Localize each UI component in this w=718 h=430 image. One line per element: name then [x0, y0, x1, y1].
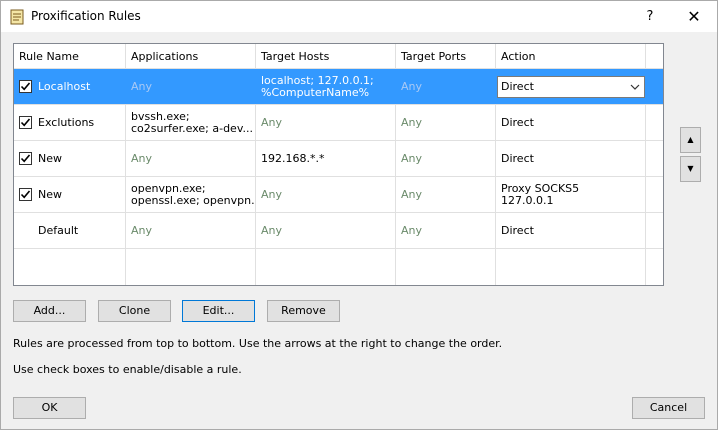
rule-target-hosts: Any	[256, 105, 396, 140]
column-header-target-hosts[interactable]: Target Hosts	[256, 44, 396, 68]
edit-button[interactable]: Edit...	[182, 300, 255, 322]
rule-name: Localhost	[38, 79, 91, 93]
rule-target-hosts: Any	[256, 213, 396, 248]
move-down-button[interactable]: ▼	[680, 156, 701, 182]
table-empty-area	[14, 249, 663, 285]
rule-enabled-checkbox[interactable]	[19, 80, 32, 93]
checkmark-icon	[20, 82, 31, 91]
arrow-down-icon: ▼	[687, 164, 694, 173]
table-row[interactable]: New openvpn.exe; openssl.exe; openvpn...…	[14, 177, 663, 213]
order-note: Rules are processed from top to bottom. …	[13, 337, 503, 350]
checkmark-icon	[20, 154, 31, 163]
proxifier-app-icon	[10, 9, 24, 25]
rule-name: Exclutions	[38, 115, 95, 129]
ok-button[interactable]: OK	[13, 397, 86, 419]
table-row[interactable]: Exclutions bvssh.exe; co2surfer.exe; a-d…	[14, 105, 663, 141]
action-dropdown-value: Direct	[501, 80, 534, 93]
clone-button[interactable]: Clone	[98, 300, 171, 322]
close-icon: ✕	[687, 7, 701, 26]
checkmark-icon	[20, 118, 31, 127]
action-dropdown[interactable]: Direct	[497, 76, 645, 98]
rule-enabled-checkbox[interactable]	[19, 152, 32, 165]
rule-target-ports: Any	[396, 105, 496, 140]
checkmark-icon	[20, 190, 31, 199]
rule-target-ports: Any	[396, 141, 496, 176]
rule-name: New	[38, 151, 62, 165]
rule-applications: openvpn.exe; openssl.exe; openvpn...	[126, 177, 256, 212]
rule-target-hosts: localhost; 127.0.0.1; %ComputerName%	[256, 69, 396, 104]
help-button[interactable]: ?	[637, 5, 663, 29]
rule-target-ports: Any	[396, 213, 496, 248]
window-title: Proxification Rules	[31, 9, 141, 23]
table-row[interactable]: Default Any Any Any Direct	[14, 213, 663, 249]
rule-applications: Any	[126, 213, 256, 248]
rule-target-hosts: Any	[256, 177, 396, 212]
rule-action: Direct	[496, 105, 646, 140]
cancel-button[interactable]: Cancel	[632, 397, 705, 419]
arrow-up-icon: ▲	[687, 135, 694, 144]
column-header-action[interactable]: Action	[496, 44, 646, 68]
column-header-target-ports[interactable]: Target Ports	[396, 44, 496, 68]
rule-enabled-checkbox[interactable]	[19, 116, 32, 129]
column-header-filler	[646, 44, 663, 68]
rule-action: Direct	[496, 213, 646, 248]
rule-target-ports: Any	[396, 177, 496, 212]
chevron-down-icon	[630, 77, 640, 97]
rules-table: Rule Name Applications Target Hosts Targ…	[13, 43, 664, 286]
close-button[interactable]: ✕	[679, 5, 709, 29]
title-bar: Proxification Rules ? ✕	[1, 1, 717, 32]
rule-action: Proxy SOCKS5 127.0.0.1	[496, 177, 646, 212]
table-row[interactable]: New Any 192.168.*.* Any Direct	[14, 141, 663, 177]
rule-action: Direct	[496, 141, 646, 176]
move-up-button[interactable]: ▲	[680, 127, 701, 153]
rule-applications: bvssh.exe; co2surfer.exe; a-dev...	[126, 105, 256, 140]
rule-enabled-checkbox[interactable]	[19, 188, 32, 201]
rule-target-ports: Any	[396, 69, 496, 104]
table-row[interactable]: Localhost Any localhost; 127.0.0.1; %Com…	[14, 69, 663, 105]
rule-target-hosts: 192.168.*.*	[256, 141, 396, 176]
column-header-rule-name[interactable]: Rule Name	[14, 44, 126, 68]
rule-name: Default	[38, 223, 79, 237]
add-button[interactable]: Add...	[13, 300, 86, 322]
remove-button[interactable]: Remove	[267, 300, 340, 322]
checkbox-note: Use check boxes to enable/disable a rule…	[13, 363, 242, 376]
column-header-applications[interactable]: Applications	[126, 44, 256, 68]
rule-name: New	[38, 187, 62, 201]
proxification-rules-dialog: Proxification Rules ? ✕ Rule Name Applic…	[0, 0, 718, 430]
rule-applications: Any	[126, 141, 256, 176]
table-header: Rule Name Applications Target Hosts Targ…	[14, 44, 663, 69]
rule-applications: Any	[126, 69, 256, 104]
